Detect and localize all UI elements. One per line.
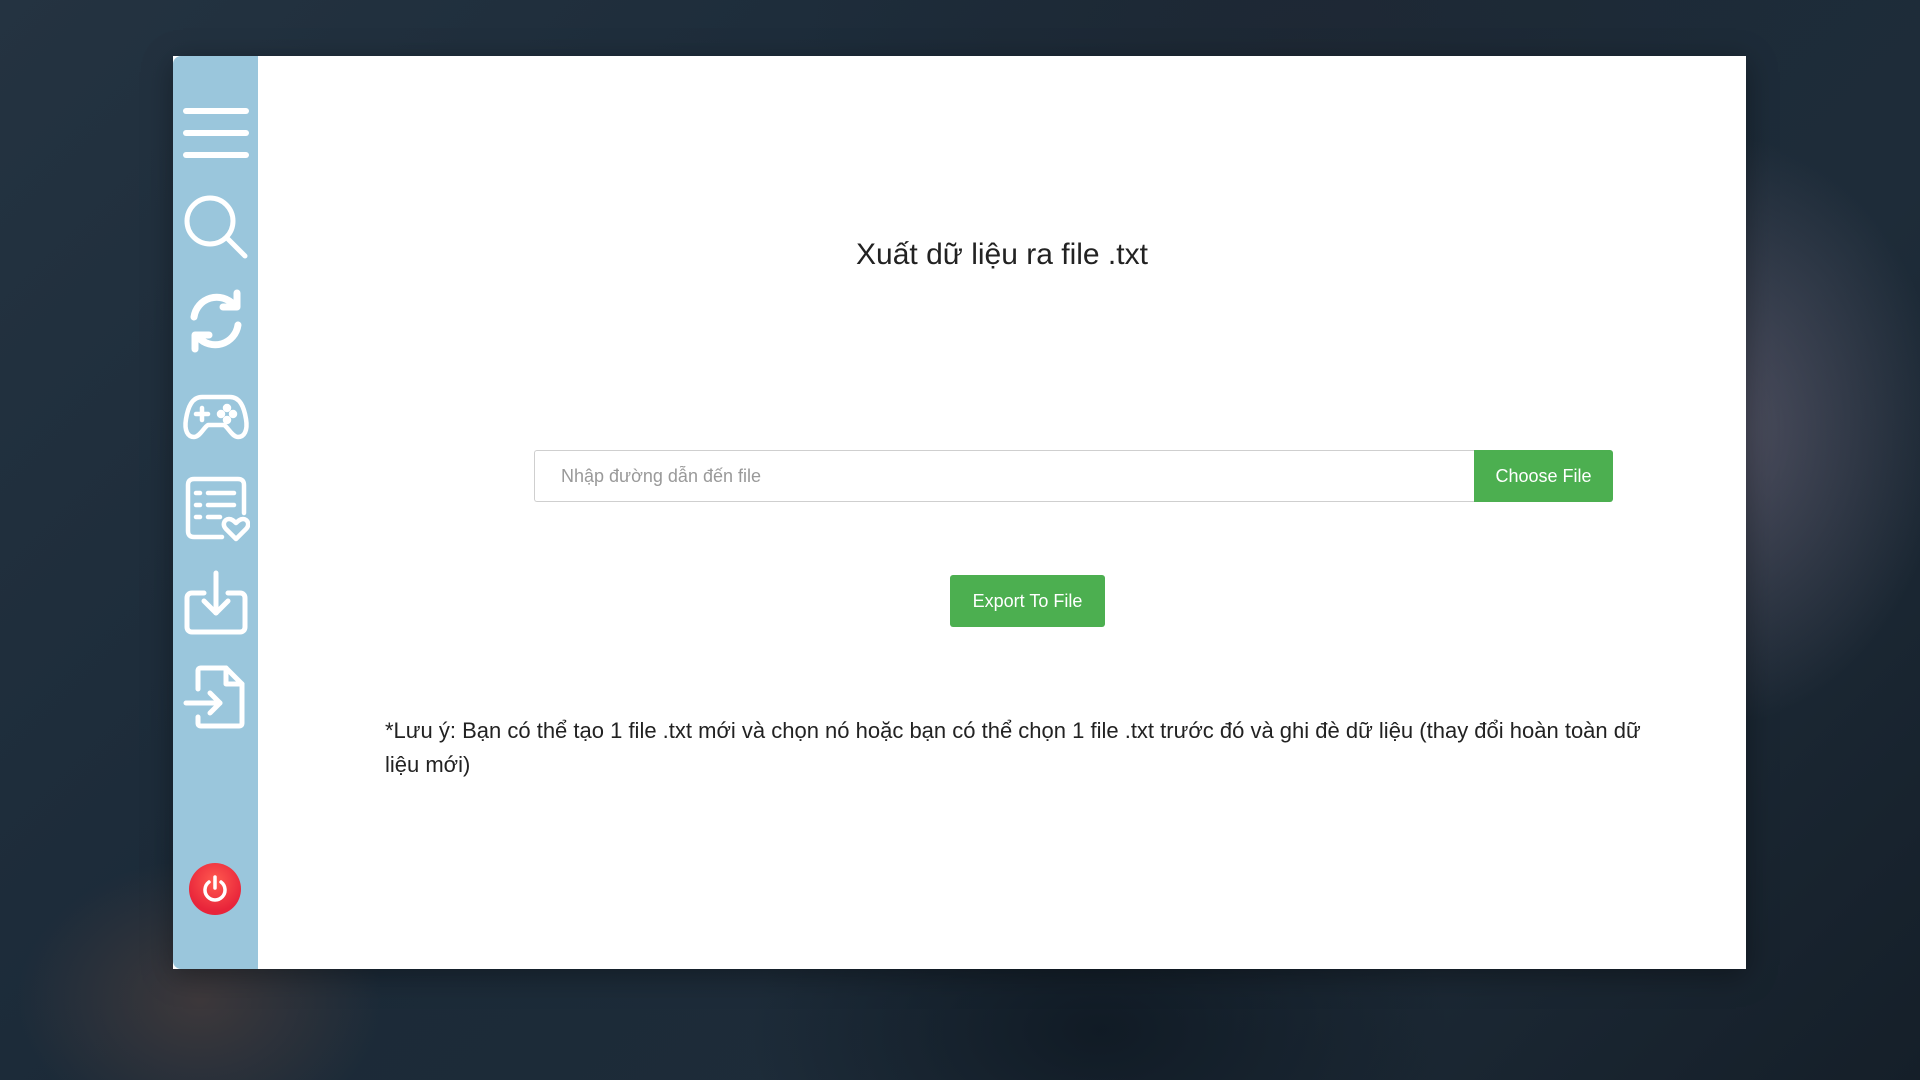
sidebar-item-wishlist[interactable] xyxy=(181,474,251,544)
list-heart-icon xyxy=(185,476,250,542)
power-button[interactable] xyxy=(189,863,241,915)
desktop-background: Xuất dữ liệu ra file .txt Choose File Ex… xyxy=(0,0,1920,1080)
sidebar-item-search[interactable] xyxy=(181,192,251,262)
export-to-file-button[interactable]: Export To File xyxy=(950,575,1105,627)
main-content: Xuất dữ liệu ra file .txt Choose File Ex… xyxy=(258,56,1746,969)
download-icon xyxy=(184,570,247,635)
file-path-row: Choose File xyxy=(534,450,1613,502)
search-icon xyxy=(184,195,247,259)
refresh-icon xyxy=(190,289,241,353)
app-window: Xuất dữ liệu ra file .txt Choose File Ex… xyxy=(173,56,1746,969)
sidebar-item-games[interactable] xyxy=(181,380,251,450)
choose-file-button[interactable]: Choose File xyxy=(1474,450,1613,502)
power-icon xyxy=(203,875,227,902)
file-export-icon xyxy=(183,665,244,729)
sidebar-item-sync[interactable] xyxy=(181,286,251,356)
sidebar xyxy=(173,56,258,969)
hamburger-menu-icon xyxy=(182,108,249,158)
sidebar-item-import[interactable] xyxy=(181,568,251,638)
file-path-input[interactable] xyxy=(534,450,1474,502)
note-text: *Lưu ý: Bạn có thể tạo 1 file .txt mới v… xyxy=(385,718,1641,777)
sidebar-item-menu[interactable] xyxy=(181,98,251,168)
sidebar-item-export[interactable] xyxy=(181,662,251,732)
gamepad-icon xyxy=(182,394,249,440)
page-title: Xuất dữ liệu ra file .txt xyxy=(856,238,1148,271)
